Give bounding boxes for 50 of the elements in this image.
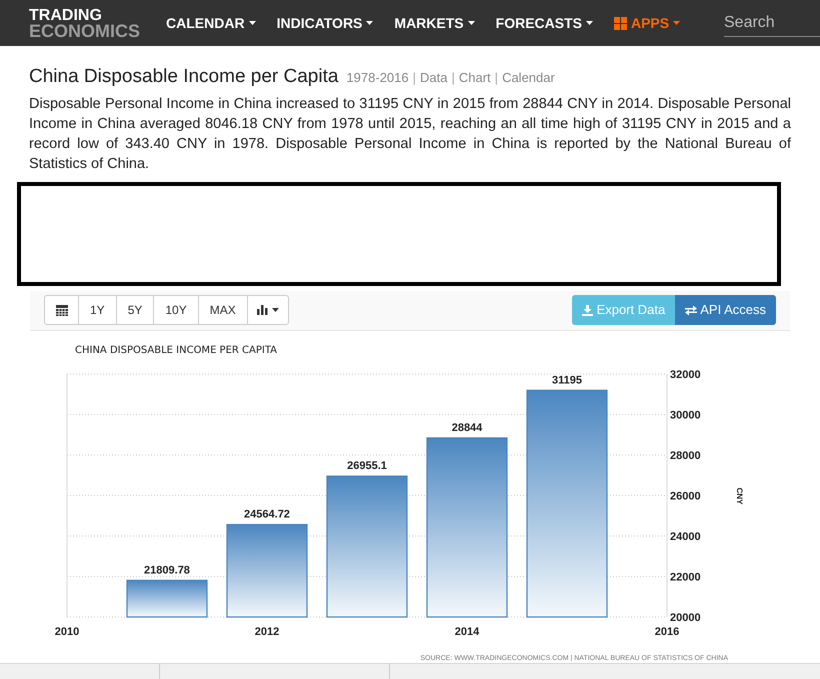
grid-icon	[614, 16, 627, 30]
bar-chart-icon	[256, 305, 268, 315]
nav-menu-item[interactable]: INDICATORS	[276, 12, 374, 34]
header-link[interactable]: Data	[420, 68, 448, 88]
y-tick-label: 24000	[670, 530, 701, 542]
y-tick-label: 26000	[670, 490, 701, 502]
caret-icon	[272, 308, 279, 312]
description-text: Disposable Personal Income in China increased to 31195 CNY in 2015 from 28844 CNY in 2014. Disposable Personal Income in China averaged 8046.18 CNY from 1978 until 2015, reaching an all time high of 31195 CNY in 2015 and a record low of 343.40 CNY in 1978. Disposable Personal Income in China is reported by the National Bureau of Statistics of China.	[29, 94, 791, 174]
download-icon	[582, 304, 593, 316]
page-title: China Disposable Income per Capita	[29, 65, 338, 89]
caret-icon	[673, 21, 680, 25]
header-link[interactable]: Calendar	[502, 68, 555, 88]
nav-menu-item[interactable]: MARKETS	[394, 12, 475, 34]
range-button[interactable]: 1Y	[79, 296, 117, 324]
y-tick-label: 30000	[670, 409, 701, 421]
separator: |	[451, 69, 455, 87]
calendar-icon	[56, 304, 68, 316]
x-tick-label: 2010	[54, 626, 80, 638]
swap-arrows-icon	[685, 304, 698, 316]
x-tick-label: 2012	[254, 626, 280, 638]
separator: |	[494, 69, 498, 87]
value-label: 21809.78	[144, 564, 190, 576]
nav-menu-item[interactable]: FORECASTS	[496, 12, 593, 34]
chart-title: CHINA DISPOSABLE INCOME PER CAPITA	[75, 344, 278, 356]
value-label: 31195	[552, 374, 582, 386]
caret-icon	[468, 21, 475, 25]
date-range: 1978-2016	[346, 69, 409, 87]
caret-icon	[366, 21, 374, 25]
range-button[interactable]: MAX	[198, 296, 248, 324]
nav-menu-item[interactable]: APPS	[614, 12, 680, 34]
range-button[interactable]: 5Y	[116, 296, 154, 324]
range-button[interactable]: 10Y	[154, 296, 199, 324]
caret-icon	[586, 21, 593, 25]
y-tick-label: 22000	[670, 571, 701, 583]
header-link[interactable]: Chart	[458, 68, 491, 88]
value-label: 28844	[452, 421, 482, 434]
nav-menu-item[interactable]: CALENDAR	[166, 12, 256, 34]
logo[interactable]: TRADING ECONOMICS	[29, 8, 140, 38]
api-access-button[interactable]: API Access	[675, 295, 776, 325]
x-tick-label: 2014	[454, 626, 480, 638]
y-tick-label: 32000	[670, 368, 701, 380]
separator: |	[412, 69, 416, 87]
search-field[interactable]: Search	[724, 9, 820, 37]
value-label: 24564.72	[244, 508, 290, 520]
y-tick-label: 28000	[670, 450, 701, 462]
caret-icon	[248, 21, 256, 25]
y-tick-label: 20000	[670, 612, 701, 624]
y-axis-label: CNY	[735, 487, 744, 504]
x-tick-label: 2016	[654, 626, 680, 638]
value-label: 26955.1	[347, 460, 387, 472]
